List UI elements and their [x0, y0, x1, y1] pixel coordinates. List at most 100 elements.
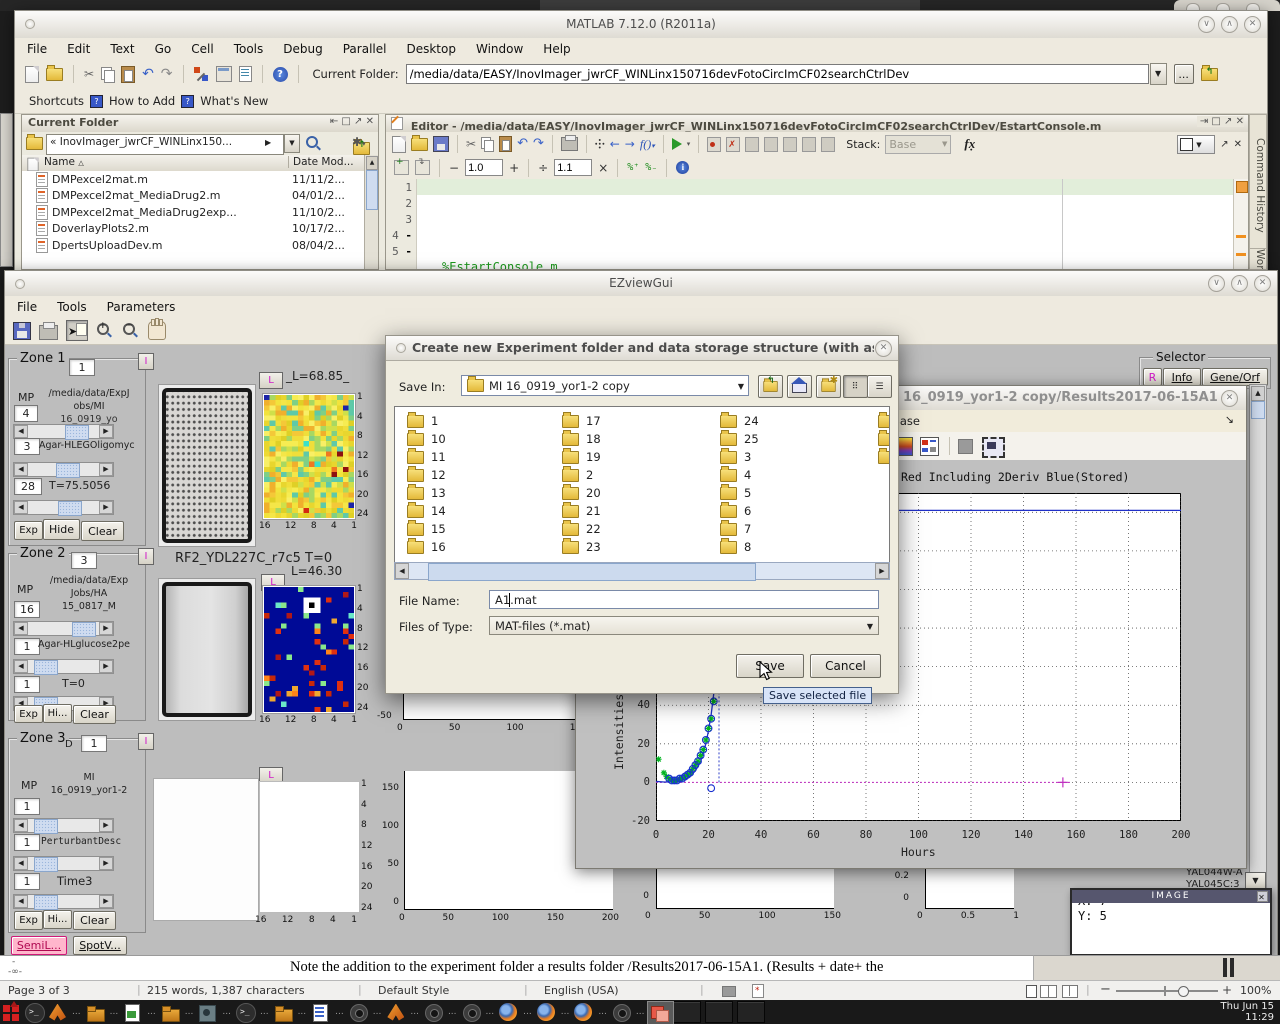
shortcut-whats-new[interactable]: What's New [200, 94, 268, 108]
zone1-index-field[interactable]: 1 [69, 359, 95, 376]
folder-item[interactable]: 20 [562, 484, 601, 502]
cancel-button[interactable]: Cancel [810, 654, 881, 678]
folder-item[interactable]: 6 [720, 502, 759, 520]
search-icon[interactable] [306, 136, 318, 151]
profiler-icon[interactable] [239, 66, 252, 82]
zone3-scrollbar1[interactable]: ◀▶ [13, 818, 114, 833]
continue-icon[interactable] [802, 137, 816, 152]
combo-dropdown-arrow[interactable]: ▼ [738, 382, 744, 391]
zoom-out-icon[interactable]: − [122, 322, 140, 340]
menu-item[interactable]: Cell [191, 42, 213, 56]
menu-item[interactable]: Text [110, 42, 134, 56]
taskbar-empty-slot[interactable] [673, 1001, 701, 1023]
taskbar-launcher-icon[interactable] [2, 1003, 21, 1022]
taskbar-overflow-dots[interactable]: ... [636, 1007, 645, 1017]
cut-icon[interactable]: ✂ [466, 137, 476, 151]
zone3-scrollbar2[interactable]: ◀▶ [13, 856, 114, 871]
file-name-input[interactable]: A1.mat [489, 590, 879, 609]
taskbar-folder-icon[interactable] [86, 1003, 105, 1022]
redo-icon[interactable]: ↷ [533, 137, 544, 151]
up-one-level-button[interactable]: ↰ [758, 375, 783, 398]
zone2-index-field[interactable]: 3 [71, 552, 97, 569]
taskbar-matlab-icon[interactable] [48, 1003, 67, 1022]
step-out-icon[interactable] [783, 137, 797, 152]
status-zoom-value[interactable]: 100% [1240, 984, 1271, 997]
folder-item[interactable]: 18 [562, 430, 601, 448]
clear-breakpoints-icon[interactable]: ✗ [726, 137, 740, 152]
taskbar-eye-icon[interactable] [612, 1003, 631, 1022]
folder-item[interactable]: 21 [562, 502, 601, 520]
zone3-index-field[interactable]: 1 [81, 735, 107, 752]
run-icon[interactable] [672, 138, 682, 150]
taskbar-overflow-dots[interactable]: ... [373, 1007, 382, 1017]
file-row[interactable]: DoverlayPlots2.m 10/17/2... [22, 221, 365, 238]
menu-item[interactable]: Parameters [107, 300, 176, 314]
guide-icon[interactable] [216, 66, 232, 82]
status-page[interactable]: Page 3 of 3 [8, 984, 70, 997]
gene-list-scrollbar[interactable]: ▲ [1249, 384, 1267, 900]
save-icon[interactable] [13, 322, 31, 340]
fx-find-icon[interactable]: fx̣ [964, 136, 975, 152]
view-single-page-icon[interactable] [1026, 985, 1037, 998]
breadcrumb-arrow[interactable]: ▶ [265, 138, 271, 147]
zone1-exp-button[interactable]: Exp [14, 521, 43, 540]
taskbar-terminal-icon[interactable]: >_ [25, 1003, 44, 1022]
zoom-out-control[interactable]: − [1100, 982, 1111, 997]
up-folder-icon[interactable]: ↰ [1201, 68, 1218, 81]
view-book-icon[interactable] [1062, 985, 1078, 998]
list-view-button[interactable]: ☰ [867, 375, 892, 398]
close-panel-icon[interactable]: ✕ [1236, 116, 1244, 127]
zoom-slider-track[interactable] [1116, 990, 1218, 992]
zone2-field2[interactable]: 1 [14, 638, 40, 655]
info-icon[interactable]: i [676, 161, 689, 174]
exit-debug-icon[interactable] [821, 137, 835, 152]
breadcrumb-dropdown[interactable]: ▼ [284, 134, 300, 153]
folder-dropdown-arrow[interactable]: ▼ [1150, 63, 1167, 85]
font-size-field[interactable] [465, 159, 503, 176]
taskbar-overflow-dots[interactable]: ... [486, 1007, 495, 1017]
zone3-i-button[interactable]: I [138, 733, 154, 750]
zone3-scrollbar3[interactable]: ◀▶ [13, 894, 114, 909]
folder-item[interactable]: 19 [562, 448, 601, 466]
taskbar-overflow-dots[interactable]: ... [110, 1007, 119, 1017]
zone3-clear-button[interactable]: Clear [73, 911, 116, 930]
taskbar-overflow-dots[interactable]: ... [260, 1007, 269, 1017]
scroll-left-arrow[interactable]: ◀ [395, 563, 409, 579]
zoom-slider-knob[interactable] [1178, 986, 1189, 997]
matlab-titlebar[interactable]: MATLAB 7.12.0 (R2011a) ∨ ∧ ✕ [15, 11, 1267, 39]
zone1-hide-button[interactable]: Hide [43, 519, 80, 540]
scroll-up-arrow[interactable]: ▲ [1251, 386, 1265, 401]
modified-icon[interactable]: * [752, 984, 764, 998]
multiply-icon[interactable]: × [598, 161, 608, 175]
zone1-scrollbar1[interactable]: ◀▶ [13, 424, 114, 439]
zone2-scrollbar2[interactable]: ◀▶ [13, 659, 114, 674]
zone1-field3[interactable]: 28 [14, 478, 42, 495]
folder-item[interactable]: 8 [720, 538, 759, 556]
dialog-titlebar[interactable]: Create new Experiment folder and data st… [386, 336, 898, 361]
menu-item[interactable]: File [17, 300, 37, 314]
dock-icon[interactable]: ⇥ [1200, 116, 1208, 127]
taskbar-matlab-icon[interactable] [386, 1003, 405, 1022]
folder-item[interactable]: 7 [720, 520, 759, 538]
zone2-hide-button[interactable]: Hi... [43, 704, 72, 723]
redo-icon[interactable]: ↷ [161, 67, 173, 81]
zone1-field2[interactable]: 3 [14, 438, 40, 455]
zone1-field1[interactable]: 4 [14, 405, 38, 422]
zone3-exp-button[interactable]: Exp [14, 911, 43, 930]
taskbar-terminal-icon[interactable]: >_ [236, 1003, 255, 1022]
new-icon[interactable] [392, 136, 406, 153]
folder-item[interactable]: 13 [407, 484, 446, 502]
code-line[interactable] [442, 211, 1234, 227]
undock-icon[interactable]: ↗ [1220, 139, 1228, 150]
paste-icon[interactable] [121, 66, 135, 83]
open-icon[interactable] [411, 138, 428, 151]
color-tiles-icon[interactable] [920, 437, 939, 456]
folder-item[interactable]: 23 [562, 538, 601, 556]
zone1-heatmap[interactable] [263, 394, 355, 519]
open-file-icon[interactable] [46, 68, 63, 81]
print-icon[interactable] [561, 137, 578, 151]
folder-item[interactable]: 1 [407, 412, 446, 430]
taskbar-eye-icon[interactable] [424, 1003, 443, 1022]
current-folder-input[interactable] [406, 64, 1149, 84]
multiplier-field[interactable] [554, 159, 592, 176]
